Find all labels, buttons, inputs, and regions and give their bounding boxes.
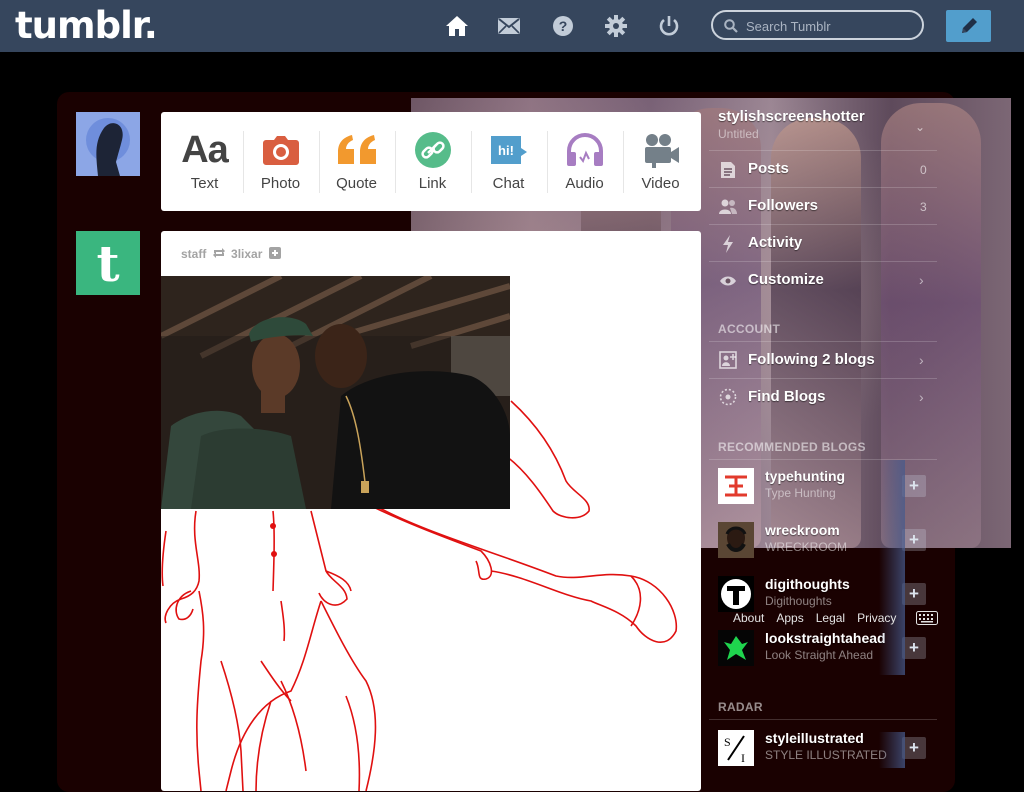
staff-avatar[interactable]: t (76, 231, 140, 295)
footer-link-legal[interactable]: Legal (816, 611, 845, 625)
search-input[interactable] (744, 16, 918, 36)
audio-post-button[interactable]: Audio (547, 112, 622, 211)
svg-text:S: S (724, 735, 731, 749)
text-post-button[interactable]: Aa Text (167, 112, 242, 211)
lightning-icon (719, 235, 737, 253)
account-heading: ACCOUNT (718, 322, 781, 336)
video-camera-icon (623, 130, 698, 170)
search-icon (724, 19, 738, 33)
followers-icon (719, 198, 737, 216)
text-icon: Aa (181, 128, 229, 171)
follow-blog-button[interactable]: + (902, 583, 926, 605)
camera-icon (243, 130, 318, 170)
link-icon (395, 130, 470, 170)
recommended-heading: RECOMMENDED BLOGS (718, 440, 866, 454)
chat-post-button[interactable]: hi! Chat (471, 112, 546, 211)
svg-text:?: ? (559, 18, 568, 34)
post-type-bar: Aa Text Photo Quote Link hi! Chat Audio … (161, 112, 701, 211)
chevron-right-icon: › (919, 389, 924, 405)
footer-link-about[interactable]: About (733, 611, 764, 625)
power-icon[interactable] (655, 12, 683, 40)
chevron-right-icon: › (919, 272, 924, 288)
svg-text:I: I (741, 751, 745, 765)
chat-icon: hi! (471, 130, 546, 170)
headphones-icon (547, 130, 622, 170)
chevron-down-icon: ⌄ (915, 120, 926, 134)
follow-blog-button[interactable]: + (902, 637, 926, 659)
user-avatar[interactable] (76, 112, 140, 176)
help-icon[interactable]: ? (549, 12, 577, 40)
pencil-icon (961, 18, 977, 33)
follow-blog-button[interactable]: + (902, 475, 926, 497)
blog-switcher[interactable]: stylishscreenshotter Untitled ⌄ (709, 106, 939, 148)
svg-text:hi!: hi! (498, 143, 514, 158)
blog-name: stylishscreenshotter (718, 108, 865, 125)
sidebar-fade (879, 460, 905, 675)
sidebar-fade (879, 732, 905, 768)
search-box[interactable] (711, 10, 924, 40)
sidebar-item-followers[interactable]: Followers 3 (709, 188, 939, 225)
blog-avatar: SI (718, 730, 754, 766)
dashboard-sidebar: stylishscreenshotter Untitled ⌄ Posts 0 … (709, 98, 939, 778)
tumblr-logo[interactable]: tumblr. (15, 4, 158, 47)
sidebar-item-customize[interactable]: Customize › (709, 262, 939, 299)
sidebar-item-posts[interactable]: Posts 0 (709, 151, 939, 188)
footer-link-apps[interactable]: Apps (776, 611, 803, 625)
eye-icon (719, 272, 737, 290)
footer-link-privacy[interactable]: Privacy (857, 611, 896, 625)
quote-post-button[interactable]: Quote (319, 112, 394, 211)
sidebar-item-find-blogs[interactable]: Find Blogs › (709, 379, 939, 416)
blog-avatar (718, 522, 754, 558)
photo-post-button[interactable]: Photo (243, 112, 318, 211)
follow-blog-button[interactable]: + (902, 737, 926, 759)
home-icon[interactable] (443, 12, 471, 40)
link-post-button[interactable]: Link (395, 112, 470, 211)
blog-avatar (718, 576, 754, 612)
sidebar-item-following[interactable]: Following 2 blogs › (709, 342, 939, 379)
video-post-button[interactable]: Video (623, 112, 698, 211)
gear-icon[interactable] (602, 12, 630, 40)
mail-icon[interactable] (495, 12, 523, 40)
follow-blog-button[interactable]: + (902, 529, 926, 551)
blog-avatar (718, 468, 754, 504)
post-photo[interactable] (161, 276, 510, 509)
blog-avatar (718, 630, 754, 666)
compose-button[interactable] (946, 10, 991, 42)
quote-icon (319, 130, 394, 170)
keyboard-icon[interactable] (916, 611, 938, 630)
sidebar-item-activity[interactable]: Activity (709, 225, 939, 262)
dashboard-post: staff 3lixar (161, 231, 701, 791)
posts-icon (719, 161, 737, 179)
footer-links: About Apps Legal Privacy (733, 611, 908, 625)
svg-text:t: t (96, 234, 119, 293)
blog-title: Untitled (718, 127, 759, 141)
chevron-right-icon: › (919, 352, 924, 368)
radar-heading: RADAR (718, 700, 763, 714)
compass-icon (719, 388, 737, 406)
following-icon (719, 351, 737, 369)
top-nav-bar: tumblr. ? (0, 0, 1024, 52)
